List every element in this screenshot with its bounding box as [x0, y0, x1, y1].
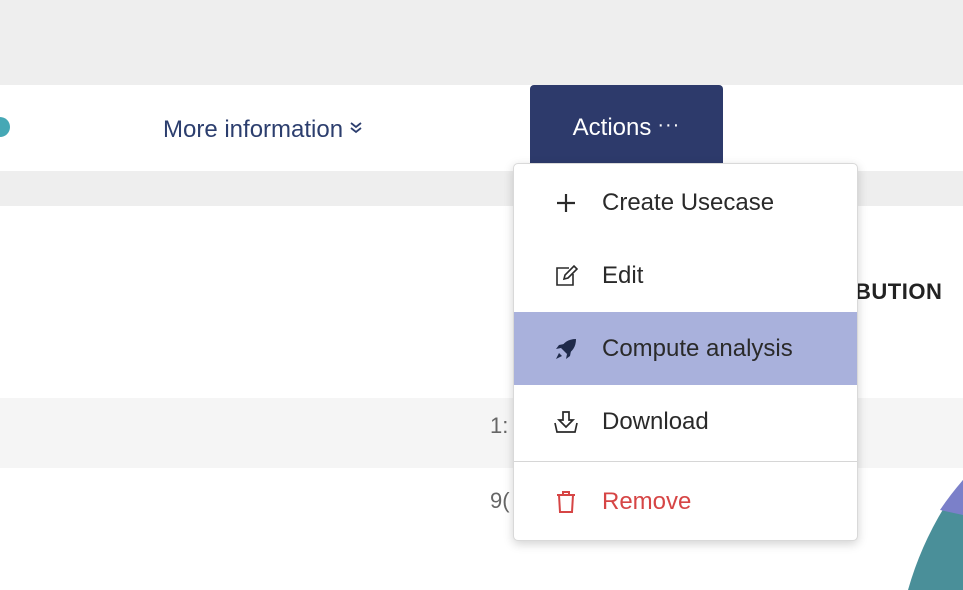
menu-item-remove[interactable]: Remove — [514, 465, 857, 538]
ellipsis-icon: ··· — [657, 113, 681, 136]
menu-item-label: Download — [602, 407, 709, 435]
menu-item-compute-analysis[interactable]: Compute analysis — [514, 312, 857, 385]
table-cell: 1: — [490, 413, 509, 438]
pie-chart — [908, 480, 963, 590]
edit-icon — [552, 262, 580, 290]
more-information-label: More information — [163, 116, 344, 143]
trash-icon — [552, 488, 580, 516]
actions-dropdown-menu: Create Usecase Edit Compute analysis Dow… — [513, 163, 858, 541]
menu-item-label: Create Usecase — [602, 188, 775, 216]
double-chevron-down-icon — [349, 121, 363, 139]
menu-item-label: Remove — [602, 487, 692, 515]
menu-item-label: Edit — [602, 261, 644, 289]
menu-divider — [514, 461, 857, 462]
download-icon — [552, 408, 580, 436]
rocket-icon — [552, 335, 580, 363]
menu-item-edit[interactable]: Edit — [514, 239, 857, 312]
actions-label: Actions — [572, 114, 652, 141]
page-header-band — [0, 0, 963, 85]
table-cell: 9( — [490, 488, 510, 513]
actions-button[interactable]: Actions ··· — [530, 85, 723, 171]
more-information-tab[interactable]: More information — [163, 110, 363, 150]
menu-item-download[interactable]: Download — [514, 385, 857, 458]
plus-icon — [552, 189, 580, 217]
tabs-bar — [0, 85, 963, 171]
menu-item-label: Compute analysis — [602, 334, 793, 362]
column-header: BUTION — [855, 279, 943, 304]
menu-item-create-usecase[interactable]: Create Usecase — [514, 166, 857, 239]
